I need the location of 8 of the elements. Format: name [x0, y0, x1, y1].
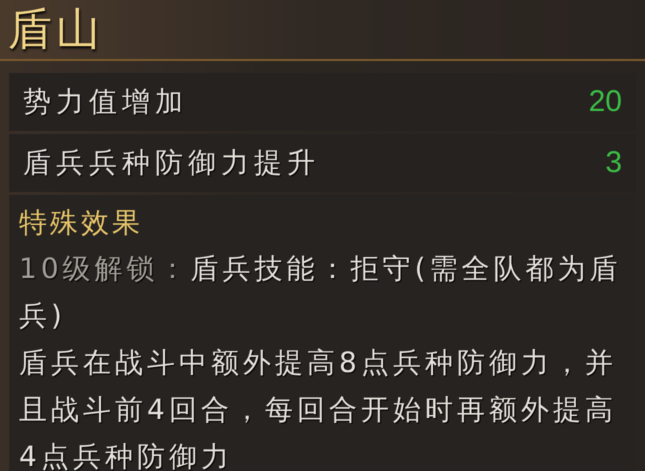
stat-label: 盾兵兵种防御力提升	[23, 145, 320, 181]
unlock-text: 10级解锁：盾兵技能：拒守(需全队都为盾兵)	[19, 251, 623, 334]
effect-description: 盾兵在战斗中额外提高8点兵种防御力，并且战斗前4回合，每回合开始时再额外提高4点兵种防御力	[19, 345, 618, 471]
item-title: 盾山	[8, 3, 104, 57]
stat-label: 势力值增加	[23, 84, 188, 120]
section-heading: 特殊效果	[19, 205, 144, 241]
stat-value: 20	[588, 85, 622, 119]
stat-value: 3	[605, 146, 622, 180]
